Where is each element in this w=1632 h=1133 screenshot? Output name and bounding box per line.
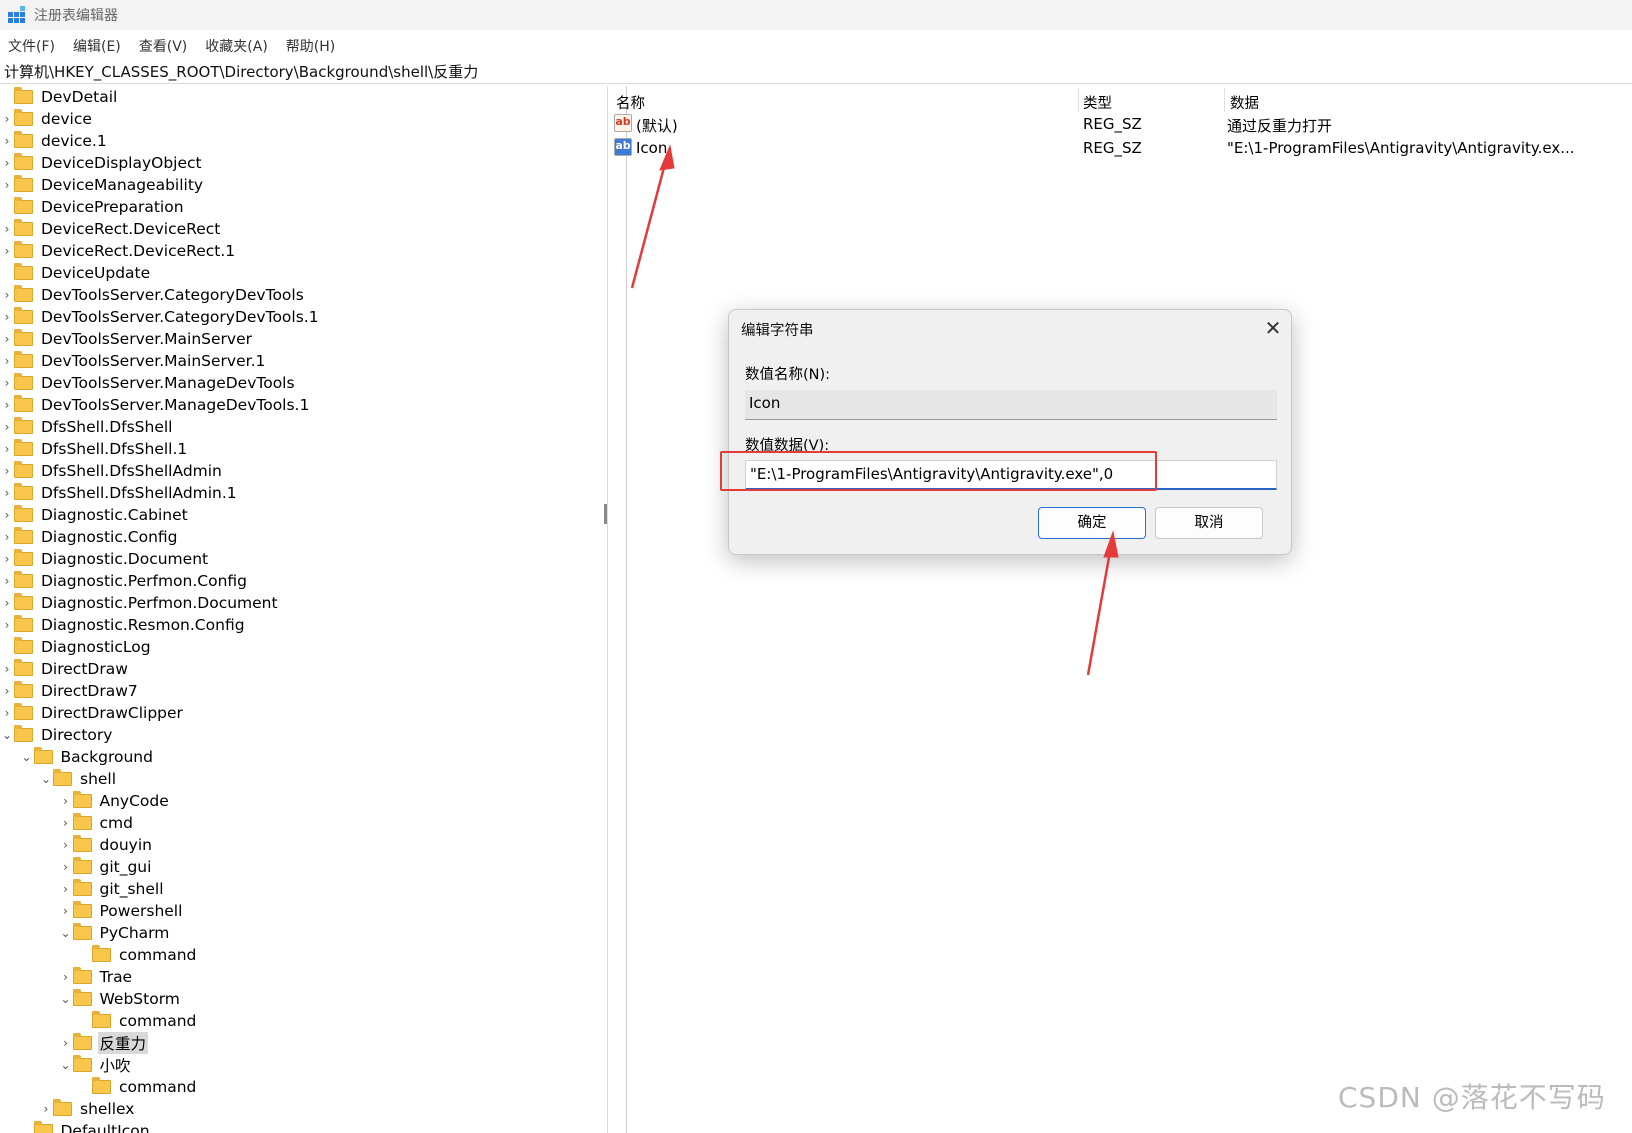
annotation-arrow — [630, 159, 668, 289]
watermark: CSDN @落花不写码 — [1338, 1081, 1606, 1114]
annotation-arrows — [630, 144, 1119, 676]
annotation-arrow — [1086, 545, 1113, 676]
annotation-arrowhead — [659, 144, 675, 171]
annotation-arrowhead — [1103, 530, 1119, 558]
